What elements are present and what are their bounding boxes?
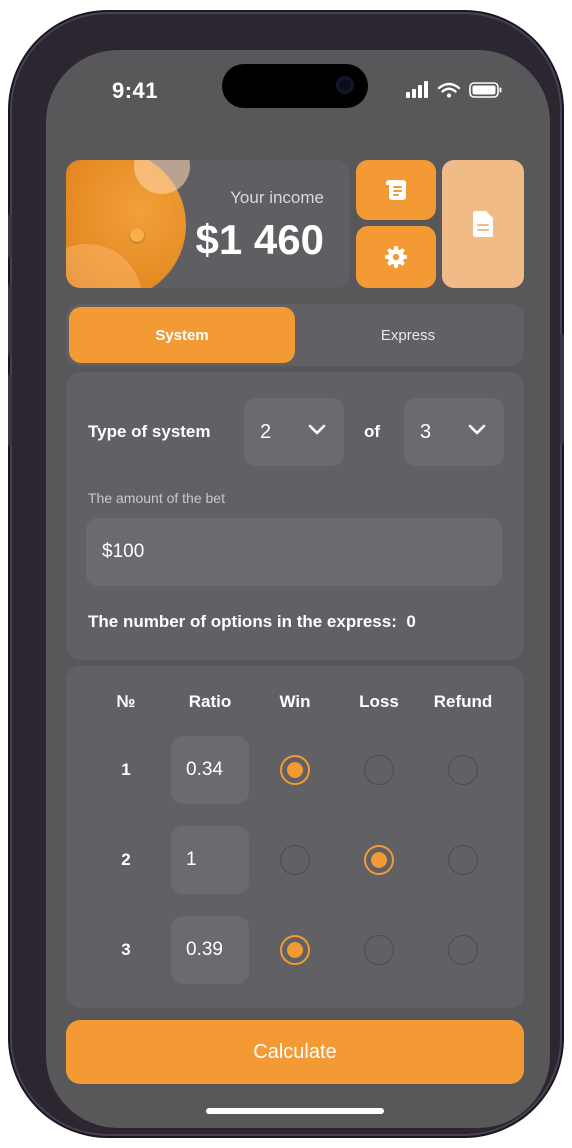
ratio-value: 0.34 bbox=[186, 759, 223, 780]
battery-icon bbox=[469, 82, 502, 98]
refund-radio[interactable] bbox=[448, 845, 478, 875]
of-label: of bbox=[364, 422, 381, 441]
phone-frame: 9:41 Your income $1 460 System Express T… bbox=[8, 14, 564, 1134]
status-bar: 9:41 bbox=[46, 50, 550, 120]
scroll-icon bbox=[386, 180, 406, 200]
system-type-label: Type of system bbox=[88, 422, 211, 441]
win-radio[interactable] bbox=[280, 845, 310, 875]
status-time: 9:41 bbox=[112, 78, 159, 103]
options-label-text: The number of options in the express: bbox=[88, 612, 397, 631]
outcomes-table-panel: № Ratio Win Loss Refund 1 0.34 2 1 3 0.3… bbox=[66, 666, 524, 1008]
loss-radio[interactable] bbox=[364, 755, 394, 785]
camera-icon bbox=[336, 76, 354, 94]
options-count-label: The number of options in the express: 0 bbox=[88, 612, 416, 632]
system-second-value: 3 bbox=[420, 420, 432, 443]
ratio-input[interactable]: 0.34 bbox=[171, 736, 249, 804]
dynamic-island bbox=[222, 64, 368, 108]
refund-radio[interactable] bbox=[448, 755, 478, 785]
document-icon bbox=[473, 211, 493, 237]
home-indicator[interactable] bbox=[206, 1108, 384, 1114]
ratio-value: 0.39 bbox=[186, 939, 223, 960]
system-first-value: 2 bbox=[260, 420, 272, 443]
bet-amount-input[interactable]: $100 bbox=[86, 518, 502, 586]
row-number: 3 bbox=[121, 940, 131, 959]
win-radio[interactable] bbox=[280, 755, 310, 785]
win-radio[interactable] bbox=[280, 935, 310, 965]
decorative-orb bbox=[130, 228, 144, 242]
document-button[interactable] bbox=[442, 160, 524, 288]
gear-icon bbox=[385, 246, 407, 268]
bet-amount-label: The amount of the bet bbox=[88, 490, 225, 506]
row-number: 1 bbox=[121, 760, 131, 779]
column-header-loss: Loss bbox=[359, 692, 399, 711]
tab-express[interactable]: Express bbox=[295, 307, 521, 363]
row-number: 2 bbox=[121, 850, 131, 869]
ratio-value: 1 bbox=[186, 849, 197, 870]
loss-radio[interactable] bbox=[364, 845, 394, 875]
system-settings-panel: Type of system 2 of 3 The amount of the … bbox=[66, 372, 524, 660]
wifi-icon bbox=[437, 82, 461, 98]
income-value: $1 460 bbox=[195, 216, 324, 263]
chevron-down-icon bbox=[308, 424, 326, 435]
power-button bbox=[560, 334, 564, 444]
column-header-ratio: Ratio bbox=[188, 692, 232, 711]
settings-button[interactable] bbox=[356, 226, 436, 288]
cellular-signal-icon bbox=[406, 81, 428, 98]
calculate-button[interactable]: Calculate bbox=[66, 1020, 524, 1084]
column-header-win: Win bbox=[279, 692, 311, 711]
system-first-select[interactable]: 2 bbox=[244, 398, 344, 466]
volume-up-button bbox=[8, 284, 12, 356]
volume-down-button bbox=[8, 374, 12, 446]
status-icons bbox=[406, 80, 506, 100]
history-button[interactable] bbox=[356, 160, 436, 220]
mode-tabs: System Express bbox=[66, 304, 524, 366]
tab-system[interactable]: System bbox=[69, 307, 295, 363]
mute-switch bbox=[8, 214, 12, 258]
column-header-refund: Refund bbox=[433, 692, 493, 711]
ratio-input[interactable]: 1 bbox=[171, 826, 249, 894]
refund-radio[interactable] bbox=[448, 935, 478, 965]
column-header-number: № bbox=[116, 692, 136, 711]
system-second-select[interactable]: 3 bbox=[404, 398, 504, 466]
bet-amount-value: $100 bbox=[102, 541, 145, 562]
loss-radio[interactable] bbox=[364, 935, 394, 965]
app-screen: 9:41 Your income $1 460 System Express T… bbox=[46, 50, 550, 1128]
ratio-input[interactable]: 0.39 bbox=[171, 916, 249, 984]
income-label: Your income bbox=[230, 188, 324, 207]
options-count-value: 0 bbox=[406, 612, 416, 631]
chevron-down-icon bbox=[468, 424, 486, 435]
income-card: Your income $1 460 bbox=[66, 160, 350, 288]
